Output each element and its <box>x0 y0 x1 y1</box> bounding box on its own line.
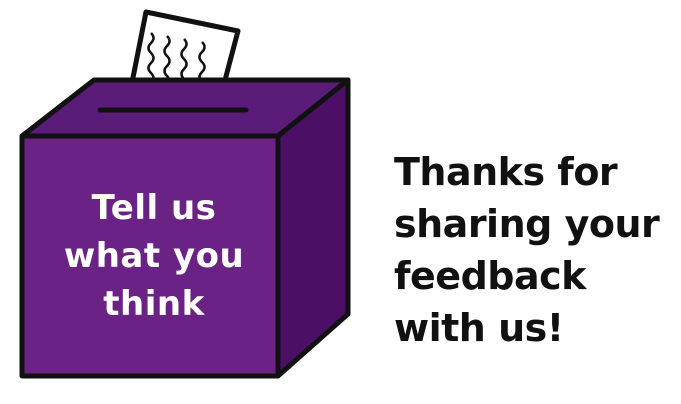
box-label: Tell us what you think <box>38 184 270 328</box>
box-label-line-1: Tell us <box>91 188 217 228</box>
thank-you-message: Thanks for sharing your feedback with us… <box>394 146 676 354</box>
message-line-1: Thanks for <box>394 150 618 194</box>
box-side <box>275 77 351 379</box>
message-line-3: feedback <box>394 254 586 298</box>
box-label-line-3: think <box>103 284 205 324</box>
message-line-2: sharing your <box>394 202 660 246</box>
message-line-4: with us! <box>394 306 564 350</box>
box-label-line-2: what you <box>63 236 245 276</box>
